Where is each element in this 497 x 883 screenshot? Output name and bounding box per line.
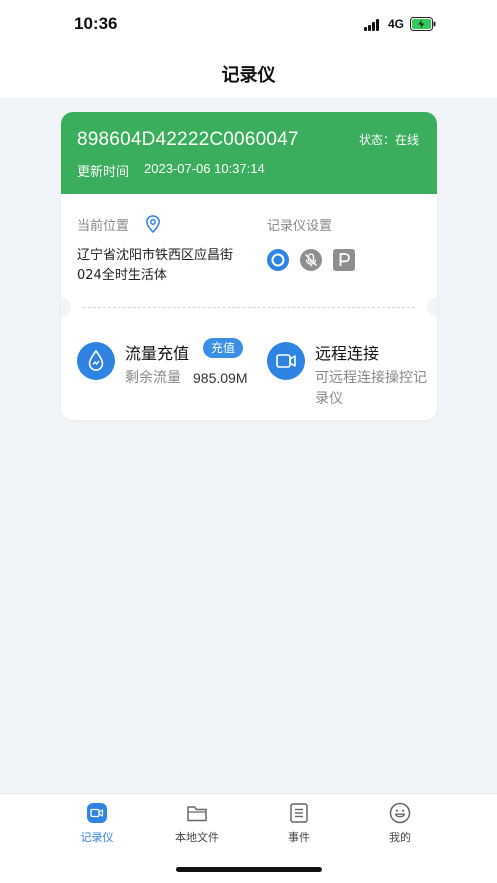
parking-icon[interactable] [333, 249, 355, 271]
location-pin-icon[interactable] [145, 215, 161, 233]
remote-description: 可远程连接操控记录仪 [315, 370, 427, 407]
video-camera-icon [276, 354, 296, 368]
tab-mine[interactable]: 我的 [355, 802, 445, 847]
smile-icon [389, 802, 411, 824]
water-drop-icon [88, 349, 104, 371]
recharge-title: 流量充值 [125, 344, 190, 363]
folder-icon [187, 806, 207, 822]
tab-recorder[interactable]: 记录仪 [52, 802, 142, 847]
status-bar: 10:36 4G [0, 0, 497, 50]
card-notch-right [427, 297, 437, 317]
remaining-traffic-label: 剩余流量 [125, 370, 181, 386]
card-notch-left [61, 297, 71, 317]
tab-events[interactable]: 事件 [254, 802, 344, 847]
tab-label: 记录仪 [80, 831, 114, 844]
device-card-header[interactable]: 898604D42222C0060047 状态：在线 更新时间 2023-07-… [61, 112, 437, 194]
recharge-circle [77, 342, 115, 380]
list-icon [290, 803, 308, 823]
remote-circle [267, 342, 305, 380]
location-address: 辽宁省沈阳市铁西区应昌街024全时生活体 [77, 248, 234, 283]
recharge-button[interactable]: 充值 [203, 338, 244, 358]
update-time-label: 更新时间 [77, 165, 130, 180]
update-time-value: 2023-07-06 10:37:14 [144, 161, 265, 176]
device-card: 898604D42222C0060047 状态：在线 更新时间 2023-07-… [61, 112, 437, 420]
settings-label: 记录仪设置 [267, 219, 333, 234]
device-id: 898604D42222C0060047 [77, 129, 299, 150]
mic-mute-icon[interactable] [300, 249, 322, 271]
card-divider [83, 307, 415, 308]
tab-label: 事件 [288, 831, 310, 844]
battery-icon [410, 17, 436, 31]
network-label: 4G [388, 17, 405, 31]
remote-title: 远程连接 [315, 344, 380, 363]
device-status: 状态：在线 [358, 133, 419, 147]
location-label: 当前位置 [77, 219, 130, 234]
page-header: 记录仪 [0, 50, 497, 98]
settings-icons [267, 249, 367, 271]
home-indicator [176, 867, 322, 872]
tab-local-files[interactable]: 本地文件 [152, 802, 242, 847]
record-icon[interactable] [267, 249, 289, 271]
status-time: 10:36 [74, 14, 118, 33]
signal-icon [364, 19, 384, 31]
remaining-traffic-value: 985.09M [193, 370, 248, 386]
camera-tab-icon [87, 803, 107, 823]
tab-label: 我的 [389, 831, 411, 844]
page-title: 记录仪 [221, 65, 276, 86]
tab-label: 本地文件 [175, 831, 219, 844]
